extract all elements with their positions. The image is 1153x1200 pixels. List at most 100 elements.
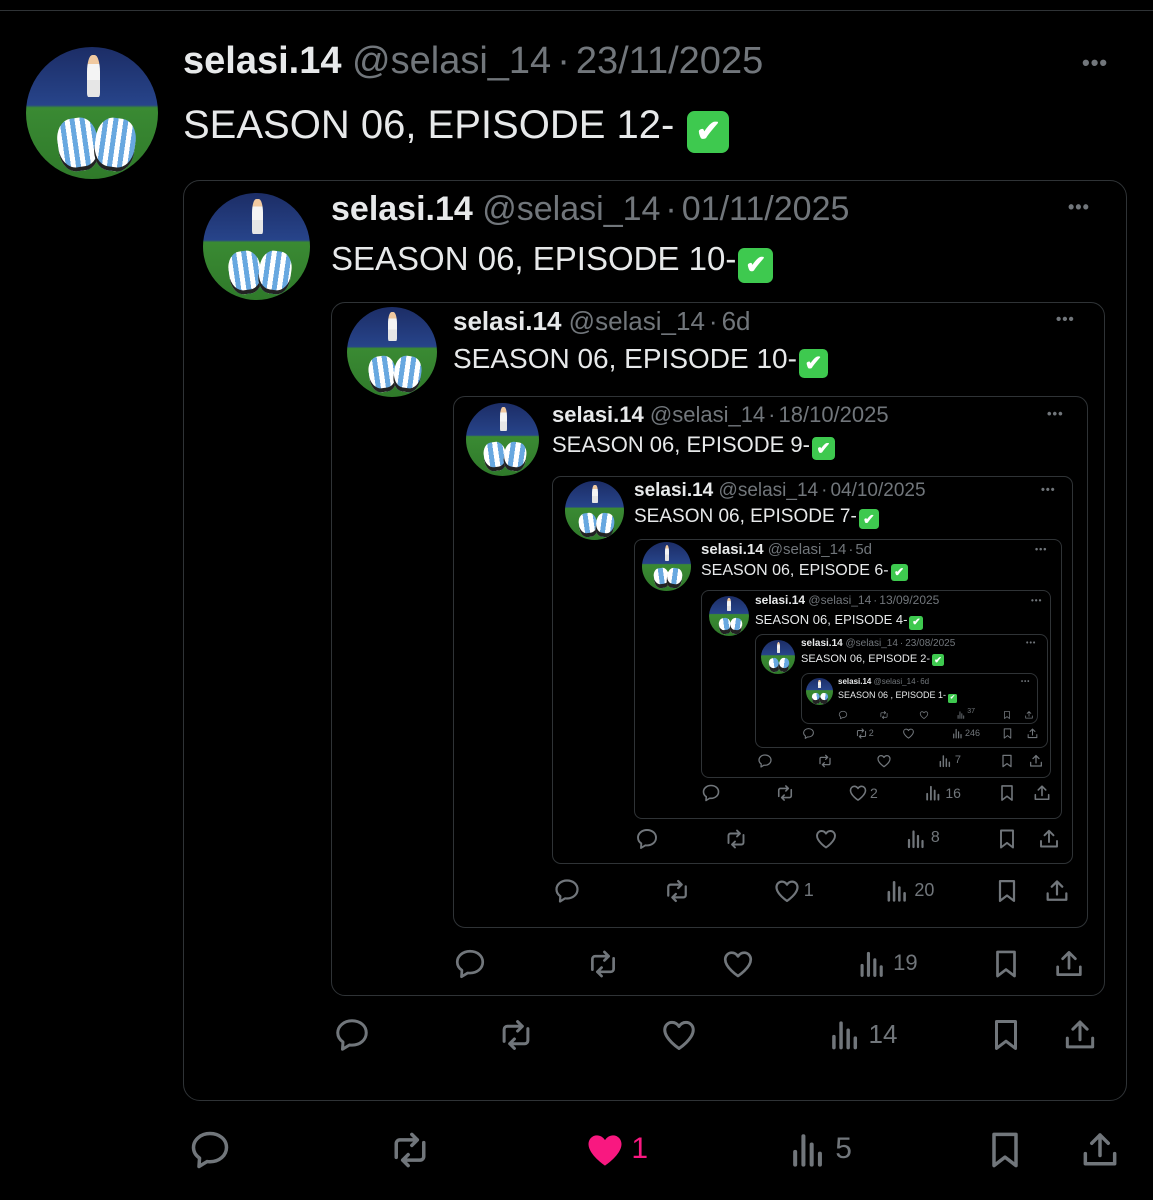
like-icon[interactable]: [814, 827, 838, 851]
tweet-text-content: SEASON 06, EPISODE 4-: [755, 612, 908, 627]
repost-icon[interactable]: [879, 707, 889, 719]
avatar[interactable]: [806, 678, 833, 705]
share-icon[interactable]: [1028, 753, 1044, 769]
more-options-icon[interactable]: •••: [1068, 197, 1090, 218]
check-mark-emoji: ✔: [858, 508, 879, 529]
reply-icon[interactable]: [757, 753, 773, 769]
timestamp: 23/11/2025: [575, 40, 764, 82]
repost-icon[interactable]: [663, 877, 691, 905]
share-icon[interactable]: [1026, 727, 1039, 740]
bookmark-icon[interactable]: [989, 947, 1023, 981]
like-icon[interactable]: [902, 727, 915, 740]
tweet-text-content: SEASON 06, EPISODE 7-: [634, 506, 857, 527]
avatar[interactable]: [642, 542, 691, 591]
reply-icon[interactable]: [333, 1016, 371, 1054]
repost-icon[interactable]: [497, 1016, 535, 1054]
share-icon[interactable]: [1052, 947, 1086, 981]
views-icon[interactable]: [826, 1016, 864, 1054]
more-options-icon[interactable]: •••: [1035, 544, 1047, 554]
like-icon[interactable]: [876, 753, 892, 769]
views-icon[interactable]: [883, 877, 911, 905]
views-icon[interactable]: [904, 827, 928, 851]
bookmark-icon[interactable]: [999, 753, 1015, 769]
user-handle: @selasi_14: [649, 402, 766, 427]
avatar[interactable]: [347, 307, 437, 397]
more-options-icon[interactable]: •••: [1082, 50, 1108, 76]
share-icon[interactable]: [1032, 783, 1052, 803]
like-icon[interactable]: [660, 1016, 698, 1054]
reply-icon[interactable]: [701, 783, 721, 803]
tweet-header: selasi.14 @selasi_14 · 23/08/2025: [801, 638, 955, 649]
share-icon[interactable]: [1037, 827, 1061, 851]
bookmark-icon[interactable]: [983, 1128, 1027, 1172]
reply-icon[interactable]: [635, 827, 659, 851]
like-icon[interactable]: [721, 947, 755, 981]
bookmark-icon[interactable]: [997, 783, 1017, 803]
avatar[interactable]: [709, 596, 749, 636]
separator-dot: ·: [899, 638, 904, 649]
display-name: selasi.14: [838, 677, 872, 686]
reply-icon[interactable]: [553, 877, 581, 905]
views-icon[interactable]: [923, 783, 943, 803]
views-icon[interactable]: [951, 727, 964, 740]
repost-icon[interactable]: [724, 827, 748, 851]
top-divider: [0, 10, 1153, 11]
avatar[interactable]: [26, 47, 158, 179]
bookmark-icon[interactable]: [1002, 707, 1012, 719]
display-name: selasi.14: [331, 190, 473, 228]
tweet-text-content: SEASON 06, EPISODE 12-: [183, 103, 686, 147]
display-name: selasi.14: [755, 593, 806, 607]
repost-icon[interactable]: [388, 1128, 432, 1172]
views-count: 246: [965, 727, 981, 738]
more-options-icon[interactable]: •••: [1026, 640, 1036, 647]
views-count: 19: [893, 950, 918, 976]
reply-icon[interactable]: [188, 1128, 232, 1172]
views-count: 7: [954, 753, 962, 766]
separator-dot: ·: [557, 40, 570, 82]
views-icon[interactable]: [855, 947, 889, 981]
like-icon[interactable]: [919, 707, 929, 719]
tweet-text: SEASON 06 , EPISODE 1- ✔: [838, 690, 958, 703]
more-options-icon[interactable]: •••: [1031, 596, 1042, 605]
more-options-icon[interactable]: •••: [1047, 406, 1064, 421]
views-icon[interactable]: [786, 1128, 830, 1172]
bookmark-icon[interactable]: [993, 877, 1021, 905]
timestamp: 5d: [855, 541, 873, 558]
more-options-icon[interactable]: •••: [1041, 484, 1056, 496]
like-icon[interactable]: [583, 1128, 627, 1172]
timestamp: 18/10/2025: [778, 402, 889, 427]
share-icon[interactable]: [1024, 707, 1034, 719]
timestamp: 6d: [920, 677, 930, 686]
timestamp: 13/09/2025: [879, 593, 940, 607]
reply-icon[interactable]: [838, 707, 848, 720]
check-mark-emoji: ✔: [738, 247, 774, 283]
reply-icon[interactable]: [802, 727, 815, 740]
avatar[interactable]: [761, 640, 795, 674]
share-icon[interactable]: [1043, 877, 1071, 905]
avatar[interactable]: [203, 193, 310, 300]
check-mark-emoji: ✔: [811, 436, 835, 460]
avatar[interactable]: [466, 403, 539, 476]
more-options-icon[interactable]: •••: [1056, 311, 1075, 328]
views-icon[interactable]: [937, 753, 953, 769]
repost-icon[interactable]: [775, 783, 795, 803]
check-mark-emoji: ✔: [909, 616, 924, 631]
separator-dot: ·: [821, 480, 828, 501]
share-icon[interactable]: [1078, 1128, 1122, 1172]
share-icon[interactable]: [1061, 1016, 1099, 1054]
bookmark-icon[interactable]: [987, 1016, 1025, 1054]
tweet-header: selasi.14 @selasi_14 · 23/11/2025: [183, 40, 763, 83]
repost-icon[interactable]: [817, 753, 833, 769]
tweet-text: SEASON 06, EPISODE 4- ✔: [755, 612, 924, 631]
like-icon[interactable]: [773, 877, 801, 905]
avatar[interactable]: [565, 481, 624, 540]
like-icon[interactable]: [848, 783, 868, 803]
repost-icon[interactable]: [586, 947, 620, 981]
more-options-icon[interactable]: •••: [1021, 679, 1030, 685]
bookmark-icon[interactable]: [1001, 727, 1014, 740]
views-count: 5: [835, 1132, 852, 1165]
bookmark-icon[interactable]: [995, 827, 1019, 851]
repost-icon[interactable]: [855, 727, 868, 740]
views-icon[interactable]: [956, 707, 966, 719]
reply-icon[interactable]: [453, 947, 487, 981]
